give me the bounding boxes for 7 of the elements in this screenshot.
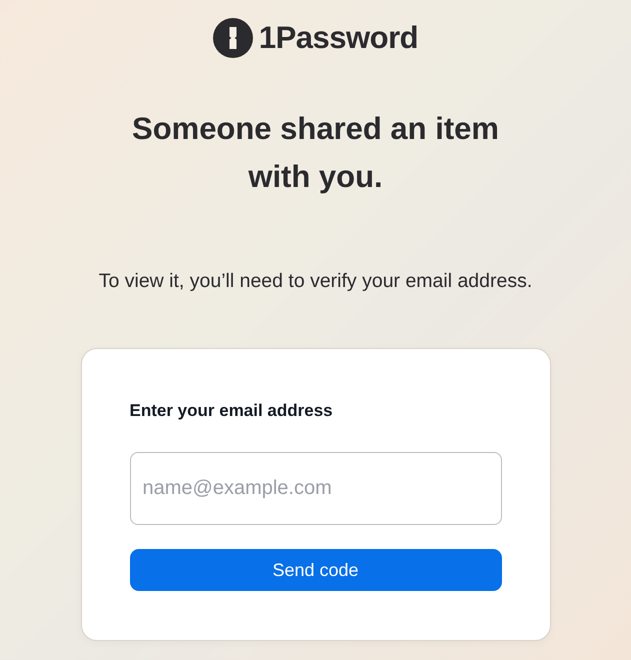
field-label: Enter your email address bbox=[130, 401, 334, 421]
page-heading: Someone shared an item with you. bbox=[131, 110, 500, 196]
send-code-button[interactable]: Send code bbox=[130, 549, 502, 591]
email-input-field[interactable]: name@example.com bbox=[130, 452, 502, 525]
keyhole-logo-icon bbox=[212, 18, 253, 58]
subtitle-text: To view it, you’ll need to verify your email address. bbox=[98, 270, 532, 293]
logo-wordmark: 1Password bbox=[258, 20, 418, 56]
